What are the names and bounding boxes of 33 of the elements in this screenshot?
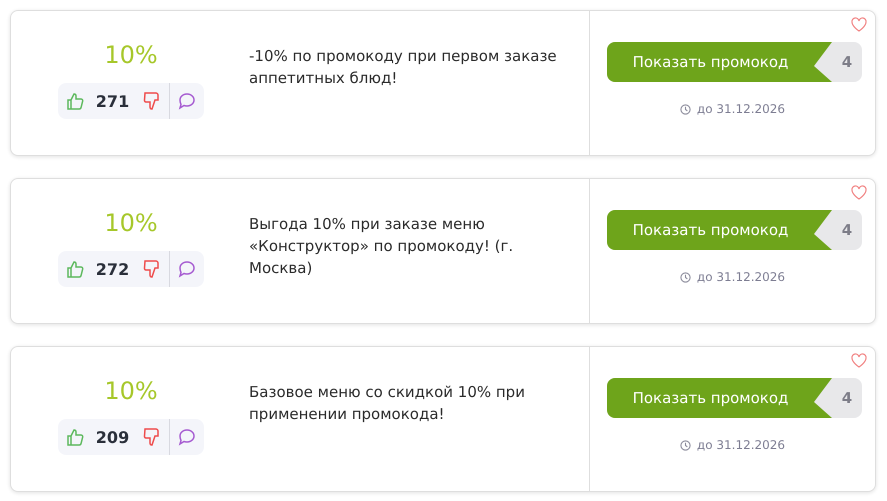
code-hint: 4 xyxy=(840,221,854,239)
like-count: 271 xyxy=(96,92,130,110)
thumbs-up-icon[interactable] xyxy=(66,259,84,279)
show-promo-button[interactable]: Показать промокод xyxy=(607,210,832,250)
code-hint: 4 xyxy=(840,53,854,71)
heart-icon[interactable] xyxy=(851,185,867,200)
coupon-description: Базовое меню со скидкой 10% при применении промокода! xyxy=(249,382,526,425)
heart-icon[interactable] xyxy=(851,17,867,32)
show-promo-button[interactable]: Показать промокод xyxy=(607,378,832,418)
like-count: 272 xyxy=(96,260,130,278)
thumbs-down-icon[interactable] xyxy=(143,91,162,111)
discount-value: 10% xyxy=(104,209,158,237)
expiry-date: до 31.12.2026 xyxy=(696,102,786,116)
comment-icon[interactable] xyxy=(178,260,196,278)
comment-icon[interactable] xyxy=(178,428,196,446)
thumbs-up-icon[interactable] xyxy=(66,427,84,447)
discount-value: 10% xyxy=(104,41,158,69)
expiry-date: до 31.12.2026 xyxy=(696,438,786,452)
thumbs-down-icon[interactable] xyxy=(143,427,162,447)
expiry-date: до 31.12.2026 xyxy=(696,270,786,284)
comment-icon[interactable] xyxy=(178,92,196,110)
clock-icon xyxy=(680,272,691,282)
heart-icon[interactable] xyxy=(851,353,867,368)
thumbs-down-icon[interactable] xyxy=(143,259,162,279)
discount-value: 10% xyxy=(104,377,158,405)
clock-icon xyxy=(680,104,691,114)
clock-icon xyxy=(680,440,691,450)
thumbs-up-icon[interactable] xyxy=(66,91,84,111)
code-hint: 4 xyxy=(840,389,854,407)
like-count: 209 xyxy=(96,428,130,446)
coupon-description: Выгода 10% при заказе меню «Конструктор» по промокоду! (г. Москва) xyxy=(249,214,514,279)
coupon-description: -10% по промокоду при первом заказе аппетитных блюд! xyxy=(249,46,558,89)
show-promo-button[interactable]: Показать промокод xyxy=(607,42,832,82)
